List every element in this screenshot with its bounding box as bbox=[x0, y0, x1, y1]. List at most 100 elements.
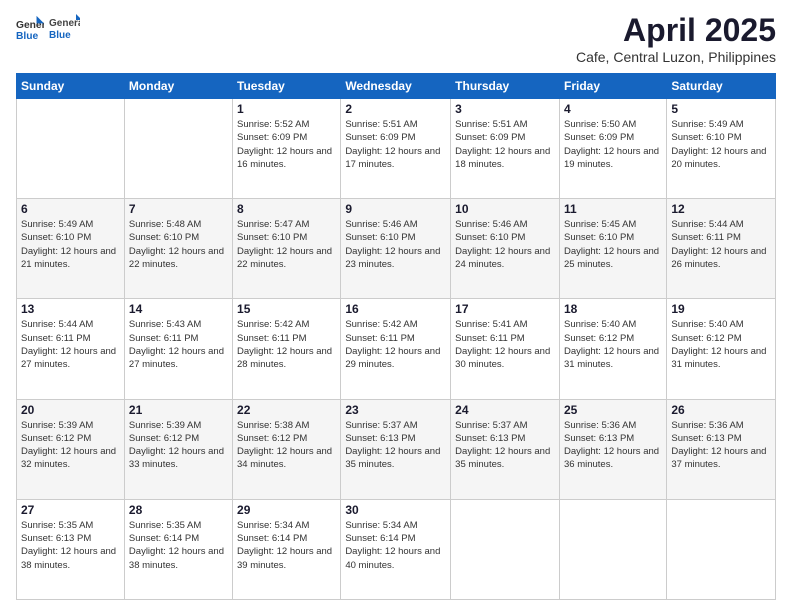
calendar-cell bbox=[17, 99, 125, 199]
day-info: Sunrise: 5:35 AMSunset: 6:13 PMDaylight:… bbox=[21, 519, 120, 572]
calendar-cell: 26Sunrise: 5:36 AMSunset: 6:13 PMDayligh… bbox=[667, 399, 776, 499]
calendar-table: SundayMondayTuesdayWednesdayThursdayFrid… bbox=[16, 73, 776, 600]
logo-icon: General Blue bbox=[16, 14, 44, 42]
day-info: Sunrise: 5:51 AMSunset: 6:09 PMDaylight:… bbox=[455, 118, 555, 171]
calendar-cell: 15Sunrise: 5:42 AMSunset: 6:11 PMDayligh… bbox=[233, 299, 341, 399]
weekday-header-wednesday: Wednesday bbox=[341, 74, 451, 99]
day-number: 20 bbox=[21, 403, 120, 417]
day-info: Sunrise: 5:46 AMSunset: 6:10 PMDaylight:… bbox=[345, 218, 446, 271]
week-row-5: 27 Sunrise: 5:35 AMSunset: 6:13 PMDayligh… bbox=[17, 499, 776, 599]
calendar-cell: 24Sunrise: 5:37 AMSunset: 6:13 PMDayligh… bbox=[451, 399, 560, 499]
day-number: 25 bbox=[564, 403, 662, 417]
day-info: Sunrise: 5:41 AMSunset: 6:11 PMDaylight:… bbox=[455, 318, 555, 371]
calendar-cell: 14Sunrise: 5:43 AMSunset: 6:11 PMDayligh… bbox=[124, 299, 232, 399]
day-number: 29 bbox=[237, 503, 336, 517]
gb-logo-svg: General Blue bbox=[48, 12, 80, 44]
day-number: 13 bbox=[21, 302, 120, 316]
weekday-header-thursday: Thursday bbox=[451, 74, 560, 99]
day-number: 26 bbox=[671, 403, 771, 417]
calendar-cell: 12 Sunrise: 5:44 AMSunset: 6:11 PMDayligh… bbox=[667, 199, 776, 299]
calendar-cell: 19 Sunrise: 5:40 AMSunset: 6:12 PMDayligh… bbox=[667, 299, 776, 399]
day-info: Sunrise: 5:48 AMSunset: 6:10 PMDaylight:… bbox=[129, 218, 228, 271]
day-info: Sunrise: 5:39 AMSunset: 6:12 PMDaylight:… bbox=[21, 419, 120, 472]
day-info: Sunrise: 5:37 AMSunset: 6:13 PMDaylight:… bbox=[455, 419, 555, 472]
svg-text:General: General bbox=[49, 18, 80, 29]
day-number: 3 bbox=[455, 102, 555, 116]
day-info: Sunrise: 5:45 AMSunset: 6:10 PMDaylight:… bbox=[564, 218, 662, 271]
week-row-4: 20 Sunrise: 5:39 AMSunset: 6:12 PMDayligh… bbox=[17, 399, 776, 499]
day-info: Sunrise: 5:35 AMSunset: 6:14 PMDaylight:… bbox=[129, 519, 228, 572]
day-info: Sunrise: 5:39 AMSunset: 6:12 PMDaylight:… bbox=[129, 419, 228, 472]
weekday-header-saturday: Saturday bbox=[667, 74, 776, 99]
calendar-cell: 29 Sunrise: 5:34 AMSunset: 6:14 PMDayligh… bbox=[233, 499, 341, 599]
calendar-cell: 22Sunrise: 5:38 AMSunset: 6:12 PMDayligh… bbox=[233, 399, 341, 499]
day-info: Sunrise: 5:34 AMSunset: 6:14 PMDaylight:… bbox=[345, 519, 446, 572]
day-number: 4 bbox=[564, 102, 662, 116]
day-number: 10 bbox=[455, 202, 555, 216]
location: Cafe, Central Luzon, Philippines bbox=[576, 49, 776, 65]
day-number: 21 bbox=[129, 403, 228, 417]
calendar-cell: 5 Sunrise: 5:49 AMSunset: 6:10 PMDaylight… bbox=[667, 99, 776, 199]
week-row-2: 6 Sunrise: 5:49 AMSunset: 6:10 PMDaylight… bbox=[17, 199, 776, 299]
day-number: 27 bbox=[21, 503, 120, 517]
day-info: Sunrise: 5:49 AMSunset: 6:10 PMDaylight:… bbox=[671, 118, 771, 171]
calendar-cell: 28 Sunrise: 5:35 AMSunset: 6:14 PMDayligh… bbox=[124, 499, 232, 599]
calendar-cell bbox=[451, 499, 560, 599]
day-info: Sunrise: 5:44 AMSunset: 6:11 PMDaylight:… bbox=[21, 318, 120, 371]
day-number: 28 bbox=[129, 503, 228, 517]
day-number: 6 bbox=[21, 202, 120, 216]
weekday-header-friday: Friday bbox=[559, 74, 666, 99]
calendar-cell: 23 Sunrise: 5:37 AMSunset: 6:13 PMDayligh… bbox=[341, 399, 451, 499]
day-number: 17 bbox=[455, 302, 555, 316]
day-info: Sunrise: 5:40 AMSunset: 6:12 PMDaylight:… bbox=[671, 318, 771, 371]
calendar-cell: 25Sunrise: 5:36 AMSunset: 6:13 PMDayligh… bbox=[559, 399, 666, 499]
day-info: Sunrise: 5:34 AMSunset: 6:14 PMDaylight:… bbox=[237, 519, 336, 572]
calendar-cell: 20 Sunrise: 5:39 AMSunset: 6:12 PMDayligh… bbox=[17, 399, 125, 499]
title-block: April 2025 Cafe, Central Luzon, Philippi… bbox=[576, 12, 776, 65]
calendar-cell bbox=[559, 499, 666, 599]
day-info: Sunrise: 5:49 AMSunset: 6:10 PMDaylight:… bbox=[21, 218, 120, 271]
calendar-cell bbox=[667, 499, 776, 599]
calendar-cell: 18Sunrise: 5:40 AMSunset: 6:12 PMDayligh… bbox=[559, 299, 666, 399]
day-number: 7 bbox=[129, 202, 228, 216]
day-number: 16 bbox=[345, 302, 446, 316]
calendar-cell bbox=[124, 99, 232, 199]
calendar-page: General Blue General Blue April 2025 Caf… bbox=[0, 0, 792, 612]
day-number: 9 bbox=[345, 202, 446, 216]
day-number: 22 bbox=[237, 403, 336, 417]
week-row-3: 13 Sunrise: 5:44 AMSunset: 6:11 PMDayligh… bbox=[17, 299, 776, 399]
weekday-header-tuesday: Tuesday bbox=[233, 74, 341, 99]
day-number: 30 bbox=[345, 503, 446, 517]
day-info: Sunrise: 5:37 AMSunset: 6:13 PMDaylight:… bbox=[345, 419, 446, 472]
svg-text:Blue: Blue bbox=[16, 31, 39, 42]
day-number: 5 bbox=[671, 102, 771, 116]
day-info: Sunrise: 5:46 AMSunset: 6:10 PMDaylight:… bbox=[455, 218, 555, 271]
calendar-cell: 3 Sunrise: 5:51 AMSunset: 6:09 PMDaylight… bbox=[451, 99, 560, 199]
calendar-cell: 2Sunrise: 5:51 AMSunset: 6:09 PMDaylight… bbox=[341, 99, 451, 199]
weekday-header-sunday: Sunday bbox=[17, 74, 125, 99]
weekday-header-row: SundayMondayTuesdayWednesdayThursdayFrid… bbox=[17, 74, 776, 99]
calendar-cell: 4Sunrise: 5:50 AMSunset: 6:09 PMDaylight… bbox=[559, 99, 666, 199]
month-title: April 2025 bbox=[576, 12, 776, 49]
day-info: Sunrise: 5:42 AMSunset: 6:11 PMDaylight:… bbox=[237, 318, 336, 371]
week-row-1: 1Sunrise: 5:52 AMSunset: 6:09 PMDaylight… bbox=[17, 99, 776, 199]
calendar-cell: 13 Sunrise: 5:44 AMSunset: 6:11 PMDayligh… bbox=[17, 299, 125, 399]
calendar-cell: 21 Sunrise: 5:39 AMSunset: 6:12 PMDayligh… bbox=[124, 399, 232, 499]
calendar-cell: 16 Sunrise: 5:42 AMSunset: 6:11 PMDayligh… bbox=[341, 299, 451, 399]
calendar-cell: 30 Sunrise: 5:34 AMSunset: 6:14 PMDayligh… bbox=[341, 499, 451, 599]
day-info: Sunrise: 5:51 AMSunset: 6:09 PMDaylight:… bbox=[345, 118, 446, 171]
calendar-cell: 27 Sunrise: 5:35 AMSunset: 6:13 PMDayligh… bbox=[17, 499, 125, 599]
calendar-cell: 8Sunrise: 5:47 AMSunset: 6:10 PMDaylight… bbox=[233, 199, 341, 299]
day-number: 12 bbox=[671, 202, 771, 216]
header: General Blue General Blue April 2025 Caf… bbox=[16, 12, 776, 65]
day-number: 23 bbox=[345, 403, 446, 417]
day-number: 19 bbox=[671, 302, 771, 316]
svg-text:Blue: Blue bbox=[49, 30, 71, 41]
calendar-cell: 1Sunrise: 5:52 AMSunset: 6:09 PMDaylight… bbox=[233, 99, 341, 199]
calendar-cell: 17 Sunrise: 5:41 AMSunset: 6:11 PMDayligh… bbox=[451, 299, 560, 399]
calendar-cell: 6 Sunrise: 5:49 AMSunset: 6:10 PMDaylight… bbox=[17, 199, 125, 299]
day-info: Sunrise: 5:42 AMSunset: 6:11 PMDaylight:… bbox=[345, 318, 446, 371]
day-info: Sunrise: 5:52 AMSunset: 6:09 PMDaylight:… bbox=[237, 118, 336, 171]
day-info: Sunrise: 5:44 AMSunset: 6:11 PMDaylight:… bbox=[671, 218, 771, 271]
day-number: 18 bbox=[564, 302, 662, 316]
